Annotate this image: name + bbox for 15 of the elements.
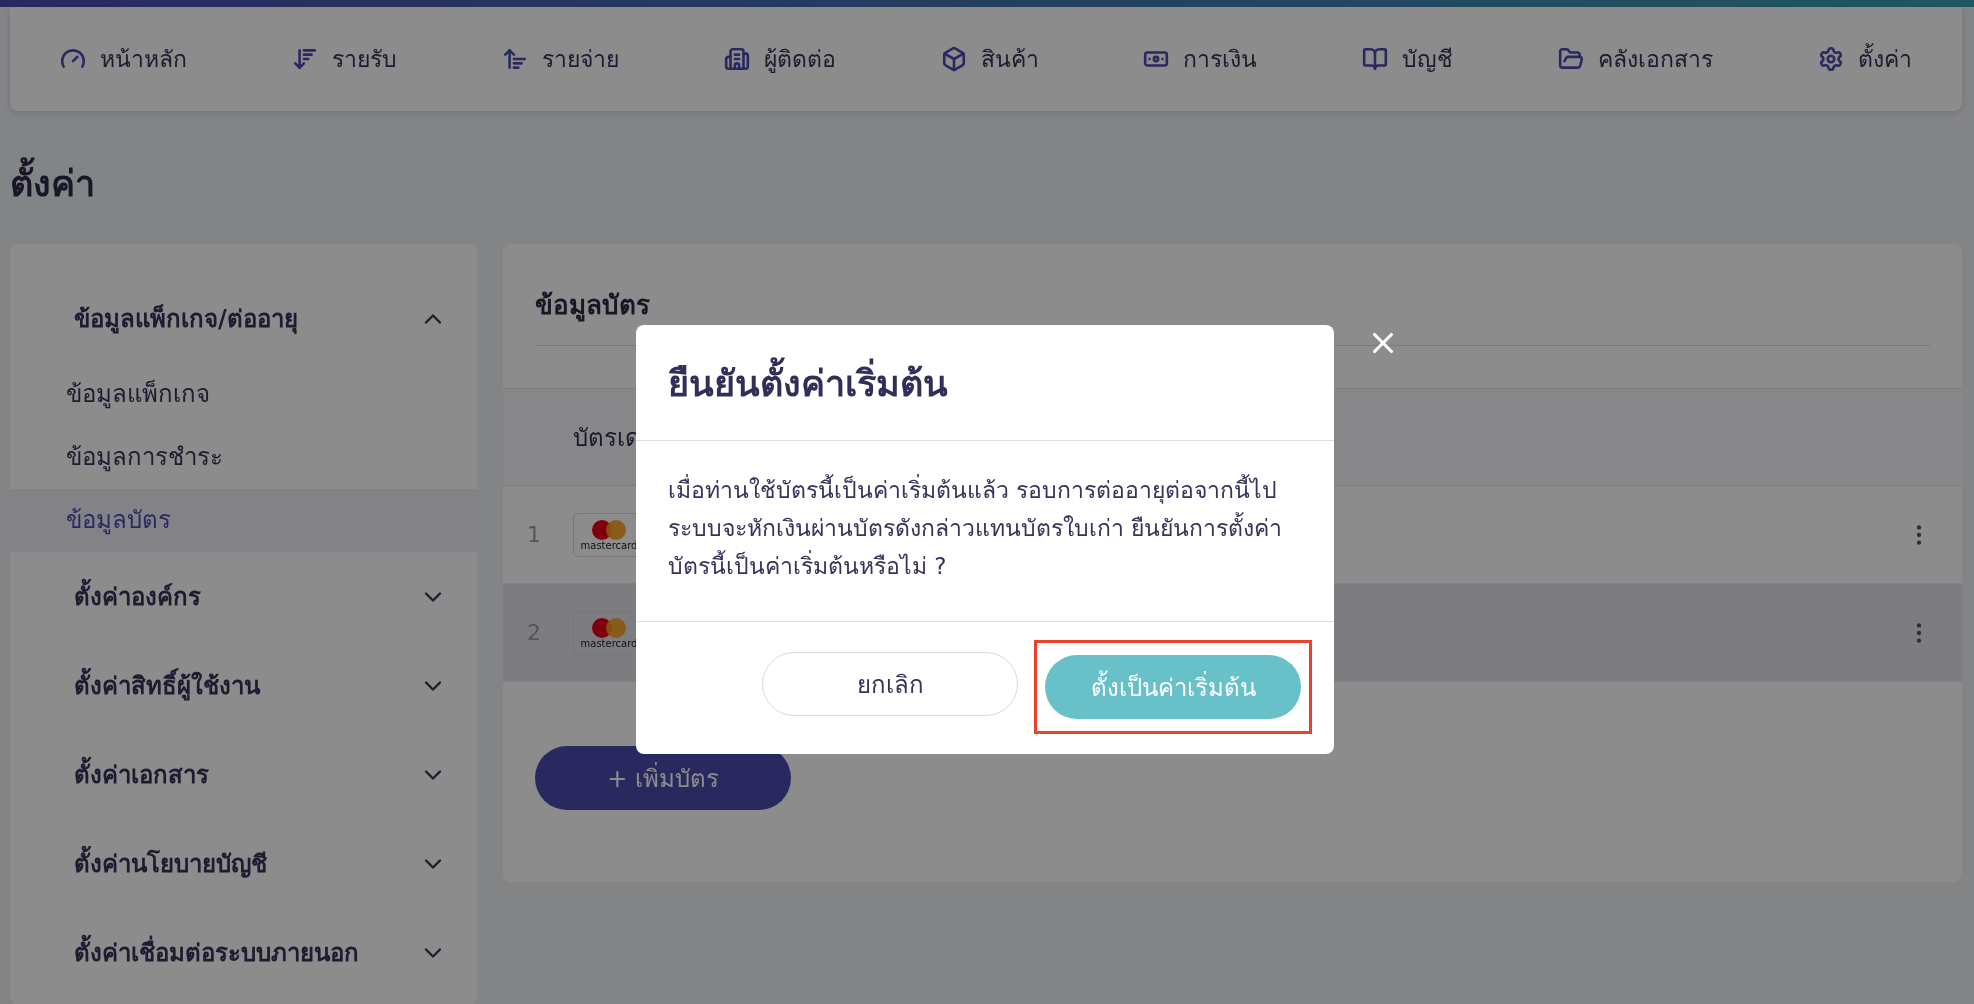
nav-label: การเงิน [1183,45,1258,74]
card-brand: mastercard [580,638,638,649]
nav-label: ตั้งค่า [1858,41,1912,77]
nav-label: รายจ่าย [541,45,619,74]
dialog-message: เมื่อท่านใช้บัตรนี้เป็นค่าเริ่มต้นแล้ว รอบการต่ออายุต่อจากนี้ไป ระบบจะหักเงินผ่านบัตรดังกล่าวแทนบัตรใบเก่า ยืนยันการตั้งค่าบัตรนี้เป็นค่าเริ่มต้นหรือไม่ ? [636,441,1334,622]
page-title: ตั้งค่า [10,155,1974,212]
nav-label: คลังเอกสาร [1598,45,1714,74]
nav-label: บัญชี [1402,45,1454,74]
nav-label: หน้าหลัก [100,45,187,74]
row-number: 1 [527,522,542,547]
nav-label: รายรับ [331,45,397,74]
nav-label: สินค้า [980,45,1039,74]
dialog-title: ยืนยันตั้งค่าเริ่มต้น [636,325,1334,441]
card-brand: mastercard [580,540,638,551]
nav-label: ผู้ติดต่อ [763,45,836,75]
